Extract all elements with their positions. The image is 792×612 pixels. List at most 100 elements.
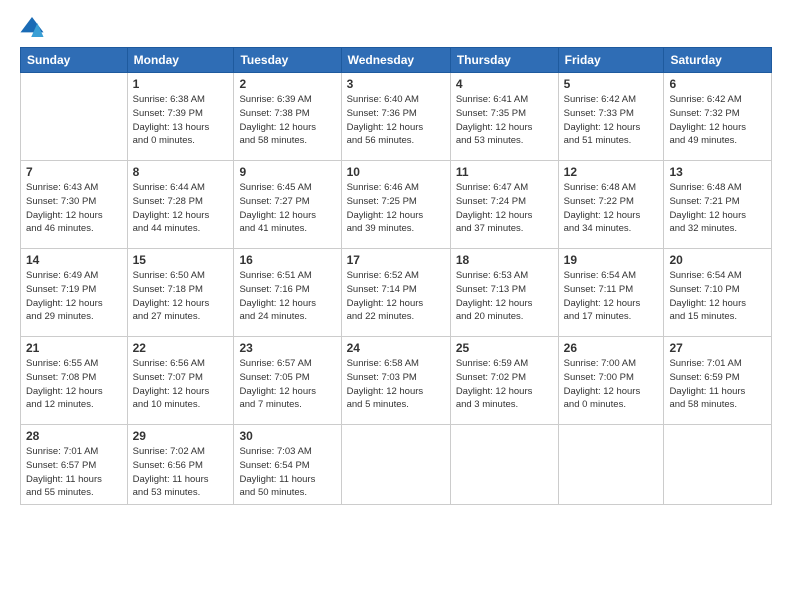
- calendar-cell: [341, 425, 450, 505]
- calendar-cell: 14 Sunrise: 6:49 AMSunset: 7:19 PMDayligh…: [21, 249, 128, 337]
- day-info: Sunrise: 6:38 AMSunset: 7:39 PMDaylight:…: [133, 93, 229, 148]
- day-number: 6: [669, 77, 766, 91]
- calendar-cell: [450, 425, 558, 505]
- calendar-cell: 7 Sunrise: 6:43 AMSunset: 7:30 PMDaylight…: [21, 161, 128, 249]
- day-info: Sunrise: 6:44 AMSunset: 7:28 PMDaylight:…: [133, 181, 229, 236]
- day-number: 29: [133, 429, 229, 443]
- calendar-cell: 29Sunrise: 7:02 AMSunset: 6:56 PMDayligh…: [127, 425, 234, 505]
- calendar-cell: 27Sunrise: 7:01 AMSunset: 6:59 PMDayligh…: [664, 337, 772, 425]
- day-number: 1: [133, 77, 229, 91]
- day-info: Sunrise: 6:51 AMSunset: 7:16 PMDaylight:…: [239, 269, 335, 324]
- weekday-header-monday: Monday: [127, 48, 234, 73]
- day-info: Sunrise: 6:46 AMSunset: 7:25 PMDaylight:…: [347, 181, 445, 236]
- day-number: 17: [347, 253, 445, 267]
- weekday-header-wednesday: Wednesday: [341, 48, 450, 73]
- day-number: 22: [133, 341, 229, 355]
- week-row-2: 14 Sunrise: 6:49 AMSunset: 7:19 PMDayligh…: [21, 249, 772, 337]
- day-info: Sunrise: 6:47 AMSunset: 7:24 PMDaylight:…: [456, 181, 553, 236]
- day-info: Sunrise: 6:40 AMSunset: 7:36 PMDaylight:…: [347, 93, 445, 148]
- calendar-cell: 19Sunrise: 6:54 AMSunset: 7:11 PMDayligh…: [558, 249, 664, 337]
- logo-icon: [20, 17, 44, 37]
- calendar-cell: 16 Sunrise: 6:51 AMSunset: 7:16 PMDayligh…: [234, 249, 341, 337]
- calendar-cell: [664, 425, 772, 505]
- weekday-header-saturday: Saturday: [664, 48, 772, 73]
- day-info: Sunrise: 6:42 AMSunset: 7:33 PMDaylight:…: [564, 93, 659, 148]
- calendar-cell: 15Sunrise: 6:50 AMSunset: 7:18 PMDayligh…: [127, 249, 234, 337]
- day-info: Sunrise: 6:52 AMSunset: 7:14 PMDaylight:…: [347, 269, 445, 324]
- calendar-cell: [558, 425, 664, 505]
- day-number: 14: [26, 253, 122, 267]
- calendar-cell: 11 Sunrise: 6:47 AMSunset: 7:24 PMDayligh…: [450, 161, 558, 249]
- day-number: 2: [239, 77, 335, 91]
- calendar-cell: 26 Sunrise: 7:00 AMSunset: 7:00 PMDayligh…: [558, 337, 664, 425]
- day-info: Sunrise: 6:50 AMSunset: 7:18 PMDaylight:…: [133, 269, 229, 324]
- day-info: Sunrise: 6:41 AMSunset: 7:35 PMDaylight:…: [456, 93, 553, 148]
- day-number: 5: [564, 77, 659, 91]
- day-info: Sunrise: 7:00 AMSunset: 7:00 PMDaylight:…: [564, 357, 659, 412]
- calendar-cell: 24 Sunrise: 6:58 AMSunset: 7:03 PMDayligh…: [341, 337, 450, 425]
- day-info: Sunrise: 6:57 AMSunset: 7:05 PMDaylight:…: [239, 357, 335, 412]
- weekday-header-row: SundayMondayTuesdayWednesdayThursdayFrid…: [21, 48, 772, 73]
- day-info: Sunrise: 6:49 AMSunset: 7:19 PMDaylight:…: [26, 269, 122, 324]
- day-number: 12: [564, 165, 659, 179]
- day-info: Sunrise: 6:55 AMSunset: 7:08 PMDaylight:…: [26, 357, 122, 412]
- calendar-cell: 18 Sunrise: 6:53 AMSunset: 7:13 PMDayligh…: [450, 249, 558, 337]
- day-number: 28: [26, 429, 122, 443]
- day-info: Sunrise: 6:48 AMSunset: 7:21 PMDaylight:…: [669, 181, 766, 236]
- weekday-header-tuesday: Tuesday: [234, 48, 341, 73]
- calendar-cell: 22Sunrise: 6:56 AMSunset: 7:07 PMDayligh…: [127, 337, 234, 425]
- day-info: Sunrise: 6:58 AMSunset: 7:03 PMDaylight:…: [347, 357, 445, 412]
- week-row-3: 21Sunrise: 6:55 AMSunset: 7:08 PMDayligh…: [21, 337, 772, 425]
- day-info: Sunrise: 7:01 AMSunset: 6:57 PMDaylight:…: [26, 445, 122, 500]
- calendar-cell: 3 Sunrise: 6:40 AMSunset: 7:36 PMDaylight…: [341, 73, 450, 161]
- logo: [20, 16, 48, 37]
- day-number: 16: [239, 253, 335, 267]
- calendar-cell: 4 Sunrise: 6:41 AMSunset: 7:35 PMDaylight…: [450, 73, 558, 161]
- day-info: Sunrise: 6:59 AMSunset: 7:02 PMDaylight:…: [456, 357, 553, 412]
- calendar-cell: 8Sunrise: 6:44 AMSunset: 7:28 PMDaylight…: [127, 161, 234, 249]
- calendar-cell: 2 Sunrise: 6:39 AMSunset: 7:38 PMDaylight…: [234, 73, 341, 161]
- calendar-cell: 1 Sunrise: 6:38 AMSunset: 7:39 PMDaylight…: [127, 73, 234, 161]
- calendar-cell: 6 Sunrise: 6:42 AMSunset: 7:32 PMDaylight…: [664, 73, 772, 161]
- calendar-cell: 23 Sunrise: 6:57 AMSunset: 7:05 PMDayligh…: [234, 337, 341, 425]
- day-number: 26: [564, 341, 659, 355]
- day-number: 11: [456, 165, 553, 179]
- week-row-4: 28 Sunrise: 7:01 AMSunset: 6:57 PMDayligh…: [21, 425, 772, 505]
- weekday-header-friday: Friday: [558, 48, 664, 73]
- day-number: 30: [239, 429, 335, 443]
- calendar-cell: 13 Sunrise: 6:48 AMSunset: 7:21 PMDayligh…: [664, 161, 772, 249]
- day-info: Sunrise: 6:42 AMSunset: 7:32 PMDaylight:…: [669, 93, 766, 148]
- calendar-cell: 12 Sunrise: 6:48 AMSunset: 7:22 PMDayligh…: [558, 161, 664, 249]
- day-info: Sunrise: 6:48 AMSunset: 7:22 PMDaylight:…: [564, 181, 659, 236]
- week-row-0: 1 Sunrise: 6:38 AMSunset: 7:39 PMDaylight…: [21, 73, 772, 161]
- day-info: Sunrise: 7:03 AMSunset: 6:54 PMDaylight:…: [239, 445, 335, 500]
- calendar-cell: 20Sunrise: 6:54 AMSunset: 7:10 PMDayligh…: [664, 249, 772, 337]
- day-number: 7: [26, 165, 122, 179]
- calendar-cell: 28 Sunrise: 7:01 AMSunset: 6:57 PMDayligh…: [21, 425, 128, 505]
- header: [20, 16, 772, 37]
- calendar-cell: 17 Sunrise: 6:52 AMSunset: 7:14 PMDayligh…: [341, 249, 450, 337]
- week-row-1: 7 Sunrise: 6:43 AMSunset: 7:30 PMDaylight…: [21, 161, 772, 249]
- calendar-cell: 10Sunrise: 6:46 AMSunset: 7:25 PMDayligh…: [341, 161, 450, 249]
- day-number: 25: [456, 341, 553, 355]
- day-info: Sunrise: 6:43 AMSunset: 7:30 PMDaylight:…: [26, 181, 122, 236]
- day-number: 24: [347, 341, 445, 355]
- day-number: 23: [239, 341, 335, 355]
- day-number: 13: [669, 165, 766, 179]
- day-info: Sunrise: 6:39 AMSunset: 7:38 PMDaylight:…: [239, 93, 335, 148]
- weekday-header-sunday: Sunday: [21, 48, 128, 73]
- calendar-cell: 9Sunrise: 6:45 AMSunset: 7:27 PMDaylight…: [234, 161, 341, 249]
- weekday-header-thursday: Thursday: [450, 48, 558, 73]
- calendar-cell: [21, 73, 128, 161]
- calendar-cell: 21Sunrise: 6:55 AMSunset: 7:08 PMDayligh…: [21, 337, 128, 425]
- calendar-cell: 30 Sunrise: 7:03 AMSunset: 6:54 PMDayligh…: [234, 425, 341, 505]
- day-number: 27: [669, 341, 766, 355]
- day-number: 3: [347, 77, 445, 91]
- day-number: 4: [456, 77, 553, 91]
- calendar-cell: 25 Sunrise: 6:59 AMSunset: 7:02 PMDayligh…: [450, 337, 558, 425]
- page: SundayMondayTuesdayWednesdayThursdayFrid…: [0, 0, 792, 612]
- day-number: 20: [669, 253, 766, 267]
- day-number: 18: [456, 253, 553, 267]
- day-number: 9: [239, 165, 335, 179]
- day-info: Sunrise: 6:53 AMSunset: 7:13 PMDaylight:…: [456, 269, 553, 324]
